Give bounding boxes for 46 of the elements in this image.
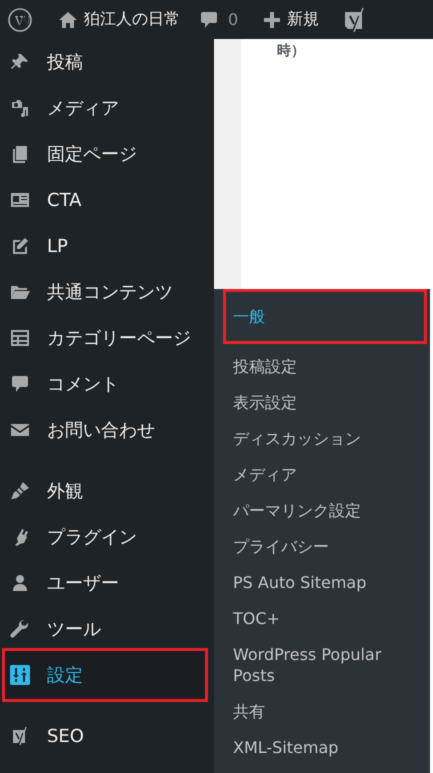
pin-icon bbox=[10, 52, 30, 72]
new-link[interactable]: 新規 bbox=[287, 9, 320, 30]
menu-item[interactable]: LP bbox=[0, 223, 214, 269]
sliders-icon bbox=[10, 665, 30, 685]
menu-item[interactable]: 共通コンテンツ bbox=[0, 269, 214, 315]
submenu-item[interactable]: XML-Sitemap bbox=[214, 729, 430, 765]
submenu-item[interactable]: WordPress Popular Posts bbox=[214, 636, 430, 693]
submenu-item[interactable]: 共有 bbox=[214, 693, 430, 729]
site-name-link[interactable]: 狛江人の日常 bbox=[84, 9, 180, 30]
wrench-icon bbox=[10, 619, 30, 639]
menu-item[interactable]: 投稿 bbox=[0, 39, 214, 85]
submenu-item[interactable]: 一般 bbox=[223, 289, 427, 344]
camera-music-icon bbox=[10, 98, 30, 118]
submenu-item[interactable]: メディア bbox=[214, 456, 430, 492]
comment-count[interactable]: 0 bbox=[228, 10, 238, 29]
menu-item[interactable]: メディア bbox=[0, 85, 214, 131]
menu-item[interactable]: プラグイン bbox=[0, 514, 214, 560]
menu-item[interactable]: SEO bbox=[0, 713, 214, 759]
user-icon bbox=[10, 573, 30, 593]
submenu-item[interactable]: ディスカッション bbox=[214, 420, 430, 456]
submenu-item[interactable]: 投稿設定 bbox=[214, 348, 430, 384]
submenu-item[interactable]: 表示設定 bbox=[214, 384, 430, 420]
edit-icon bbox=[10, 236, 30, 256]
grid-icon bbox=[10, 328, 30, 348]
submenu-item[interactable]: プライバシー bbox=[214, 528, 430, 564]
yoast-icon[interactable] bbox=[343, 6, 366, 32]
menu-item[interactable]: カテゴリーページ bbox=[0, 315, 214, 361]
id-card-icon bbox=[10, 190, 30, 210]
content-text: 時） bbox=[277, 42, 305, 61]
brush-icon bbox=[10, 481, 30, 501]
plus-icon[interactable] bbox=[263, 10, 282, 28]
menu-item[interactable]: 設定 bbox=[2, 648, 208, 702]
menu-item[interactable]: コメント bbox=[0, 361, 214, 407]
comment-icon bbox=[10, 374, 30, 394]
menu-item[interactable]: お問い合わせ bbox=[0, 407, 214, 453]
menu-item[interactable]: CTA bbox=[0, 177, 214, 223]
wordpress-logo-icon[interactable] bbox=[8, 8, 32, 32]
menu-item[interactable]: 外観 bbox=[0, 468, 214, 514]
menu-item[interactable]: 固定ページ bbox=[0, 131, 214, 177]
menu-item[interactable]: ユーザー bbox=[0, 560, 214, 606]
home-icon[interactable] bbox=[58, 10, 78, 30]
submenu-item[interactable]: TOC+ bbox=[214, 600, 430, 636]
submenu-item[interactable]: PS Auto Sitemap bbox=[214, 564, 430, 600]
comment-icon[interactable] bbox=[199, 10, 219, 30]
submenu-item[interactable]: パーマリンク設定 bbox=[214, 492, 430, 528]
pages-icon bbox=[10, 144, 30, 164]
